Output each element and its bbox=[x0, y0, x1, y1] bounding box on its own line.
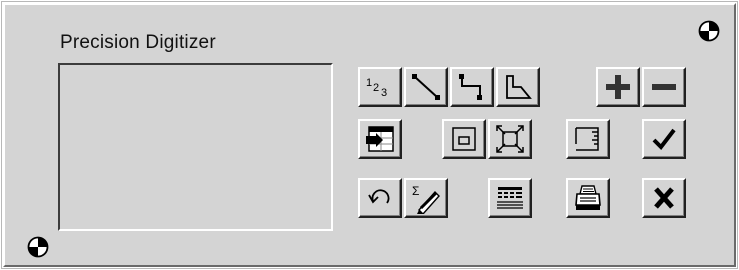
import-button[interactable] bbox=[358, 119, 402, 159]
ruler-icon bbox=[575, 127, 599, 151]
svg-text:3: 3 bbox=[381, 87, 387, 99]
undo-button[interactable] bbox=[358, 178, 402, 218]
svg-text:1: 1 bbox=[366, 77, 372, 89]
scale-button[interactable] bbox=[566, 119, 610, 159]
sum-label: Σ bbox=[412, 184, 419, 198]
svg-text:2: 2 bbox=[373, 82, 379, 94]
window-title: Precision Digitizer bbox=[60, 32, 216, 53]
window-icon bbox=[452, 127, 476, 151]
undo-icon bbox=[368, 189, 390, 204]
polygon-button[interactable] bbox=[496, 67, 540, 107]
printer-icon bbox=[575, 185, 601, 210]
polyline-button[interactable] bbox=[450, 67, 494, 107]
line-button[interactable] bbox=[404, 67, 448, 107]
point-numbers-button[interactable]: 1 2 3 bbox=[358, 67, 402, 107]
zoom-in-button[interactable] bbox=[596, 67, 640, 107]
table-icon bbox=[497, 187, 523, 209]
close-icon bbox=[654, 187, 674, 209]
window-button[interactable] bbox=[442, 119, 486, 159]
digitizer-display[interactable] bbox=[58, 63, 333, 231]
crosshair-target-icon bbox=[27, 236, 49, 258]
cancel-button[interactable] bbox=[642, 178, 686, 218]
extents-icon bbox=[496, 125, 524, 153]
polygon-icon bbox=[506, 75, 532, 99]
plus-icon bbox=[606, 75, 630, 99]
point-numbers-icon: 1 2 3 bbox=[366, 77, 387, 99]
polyline-icon bbox=[459, 74, 482, 100]
minus-icon bbox=[652, 84, 676, 90]
extents-button[interactable] bbox=[488, 119, 532, 159]
checkmark-icon bbox=[652, 128, 676, 151]
zoom-out-button[interactable] bbox=[642, 67, 686, 107]
sum-pencil-icon: Σ bbox=[412, 184, 440, 214]
table-button[interactable] bbox=[488, 178, 532, 218]
sum-button[interactable]: Σ bbox=[404, 178, 448, 218]
import-icon bbox=[366, 126, 394, 152]
print-button[interactable] bbox=[566, 178, 610, 218]
accept-button[interactable] bbox=[642, 119, 686, 159]
line-icon bbox=[412, 74, 440, 100]
crosshair-target-icon bbox=[698, 20, 720, 42]
